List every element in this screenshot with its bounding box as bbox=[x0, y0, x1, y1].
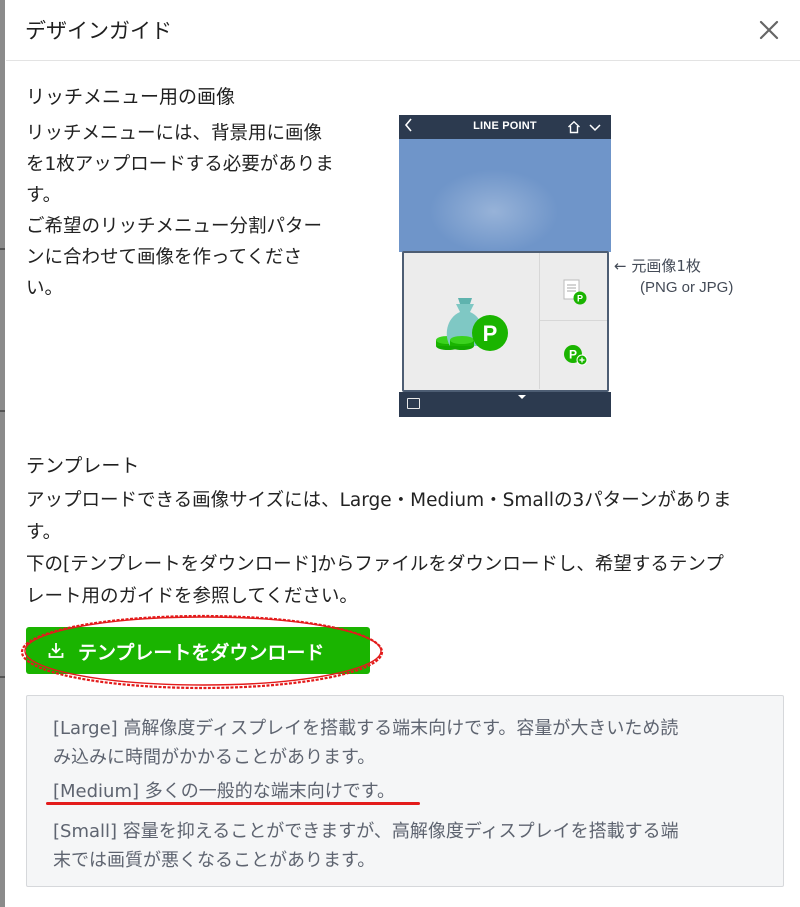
svg-text:P: P bbox=[577, 294, 583, 304]
background-page-strip bbox=[0, 0, 5, 907]
phone-bottom-bar bbox=[399, 392, 611, 417]
rich-desc-line: リッチメニューには、背景用に画像 bbox=[26, 123, 323, 144]
rich-desc-line: す。 bbox=[26, 185, 62, 206]
rich-desc-line: を1枚アップロードする必要がありま bbox=[26, 154, 334, 175]
phone-header-bar: LINE POINT bbox=[399, 115, 611, 139]
rich-desc-line: い。 bbox=[26, 278, 64, 299]
phone-illustration: LINE POINT P P P bbox=[399, 115, 611, 417]
info-line-large-cont: み込みに時間がかかることがあります。 bbox=[53, 747, 376, 768]
home-icon bbox=[567, 119, 581, 138]
download-button-label: テンプレートをダウンロード bbox=[78, 642, 325, 664]
template-desc-line: す。 bbox=[26, 522, 62, 543]
design-guide-dialog: デザインガイド リッチメニュー用の画像 リッチメニューには、背景用に画像 を1枚… bbox=[6, 0, 800, 907]
template-desc-line: アップロードできる画像サイズには、Large・Medium・Smallの3パター… bbox=[26, 490, 732, 511]
close-icon bbox=[759, 20, 779, 40]
dialog-title: デザインガイド bbox=[25, 19, 172, 43]
red-underline-annotation bbox=[46, 802, 420, 805]
template-desc-line: 下の[テンプレートをダウンロード]からファイルをダウンロードし、希望するテンプ bbox=[26, 554, 724, 575]
rich-menu-area: P P P bbox=[402, 251, 609, 392]
info-line-small: [Small] 容量を抑えることができますが、高解像度ディスプレイを搭載する端 bbox=[53, 821, 679, 842]
close-button[interactable] bbox=[756, 17, 782, 43]
info-line-large: [Large] 高解像度ディスプレイを搭載する端末向けです。容量が大きいため読 bbox=[53, 718, 679, 739]
size-info-box: [Large] 高解像度ディスプレイを搭載する端末向けです。容量が大きいため読 … bbox=[26, 695, 784, 887]
original-image-callout: ← 元画像1枚 (PNG or JPG) bbox=[614, 256, 733, 298]
keyboard-icon bbox=[407, 398, 420, 409]
info-line-small-cont: 末では画質が悪くなることがあります。 bbox=[53, 850, 376, 871]
template-description: アップロードできる画像サイズには、Large・Medium・Smallの3パター… bbox=[26, 485, 796, 613]
document-point-icon: P bbox=[563, 279, 587, 305]
callout-format: (PNG or JPG) bbox=[640, 279, 734, 296]
svg-text:P: P bbox=[569, 348, 577, 362]
rich-desc-line: ご希望のリッチメニュー分割パター bbox=[26, 216, 323, 237]
info-line-medium: [Medium] 多くの一般的な端末向けです。 bbox=[53, 781, 395, 802]
caret-down-icon bbox=[518, 395, 526, 399]
rich-menu-section-title: リッチメニュー用の画像 bbox=[26, 86, 236, 108]
phone-background-sky bbox=[399, 139, 611, 252]
dialog-header: デザインガイド bbox=[6, 0, 800, 61]
template-section-title: テンプレート bbox=[26, 455, 140, 477]
chevron-down-icon bbox=[588, 119, 602, 138]
download-template-button[interactable]: テンプレートをダウンロード bbox=[26, 627, 370, 674]
rich-menu-description: リッチメニューには、背景用に画像 を1枚アップロードする必要がありま す。 ご希… bbox=[26, 118, 371, 304]
point-add-icon: P bbox=[564, 345, 588, 366]
rich-desc-line: ンに合わせて画像を作ってくださ bbox=[26, 247, 303, 268]
svg-text:P: P bbox=[483, 321, 498, 346]
callout-label: ← 元画像1枚 bbox=[614, 257, 701, 275]
money-bag-icon: P bbox=[436, 298, 508, 351]
download-icon bbox=[48, 643, 64, 658]
template-desc-line: レート用のガイドを参照してください。 bbox=[26, 586, 358, 607]
